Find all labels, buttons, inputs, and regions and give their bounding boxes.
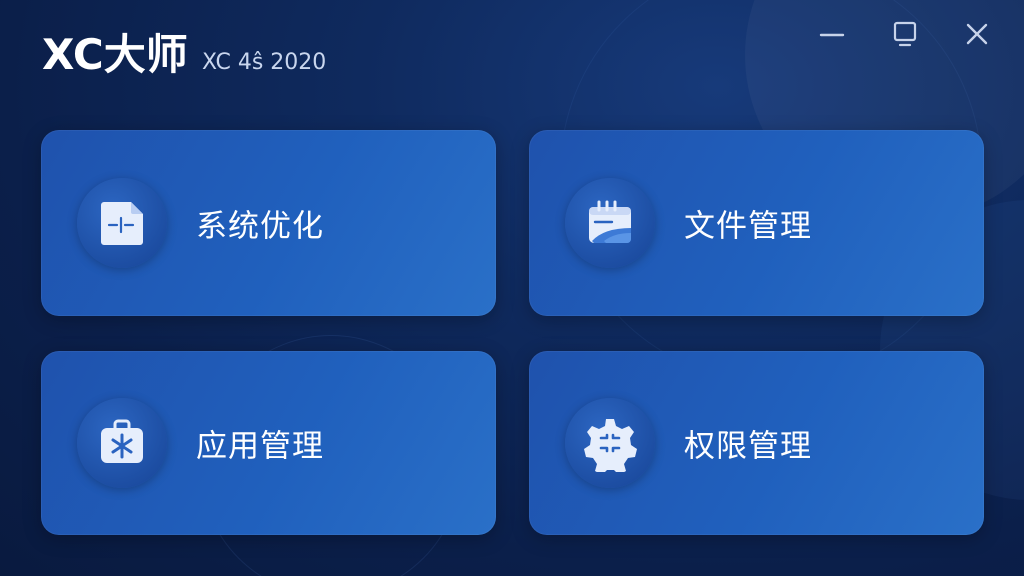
toolbox-icon bbox=[101, 419, 143, 463]
calendar-folder-icon bbox=[589, 200, 631, 243]
document-tune-icon bbox=[101, 202, 143, 245]
close-icon bbox=[966, 23, 988, 45]
file-management-card[interactable]: 文件管理 bbox=[529, 130, 984, 316]
card-label: 文件管理 bbox=[684, 208, 812, 245]
minimize-icon bbox=[819, 33, 845, 37]
card-icon-container bbox=[77, 398, 167, 488]
gear-icon bbox=[584, 419, 637, 472]
card-label: 权限管理 bbox=[684, 428, 812, 465]
card-icon-container bbox=[77, 178, 167, 268]
card-icon-container bbox=[565, 398, 655, 488]
system-optimization-card[interactable]: 系统优化 bbox=[41, 130, 496, 316]
close-button[interactable] bbox=[960, 18, 994, 50]
app-title: XC大师 bbox=[42, 30, 188, 79]
minimize-button[interactable] bbox=[815, 18, 849, 50]
app-window: XC大师 XC 4ŝ 2020 系统优化 文件管理 应用管理 权限管理 bbox=[0, 0, 1024, 576]
app-version: XC 4ŝ 2020 bbox=[202, 50, 327, 75]
application-management-card[interactable]: 应用管理 bbox=[41, 351, 496, 535]
maximize-button[interactable] bbox=[888, 18, 922, 50]
permission-management-card[interactable]: 权限管理 bbox=[529, 351, 984, 535]
card-label: 系统优化 bbox=[196, 208, 324, 245]
maximize-icon bbox=[893, 21, 917, 47]
card-label: 应用管理 bbox=[196, 428, 324, 465]
card-icon-container bbox=[565, 178, 655, 268]
